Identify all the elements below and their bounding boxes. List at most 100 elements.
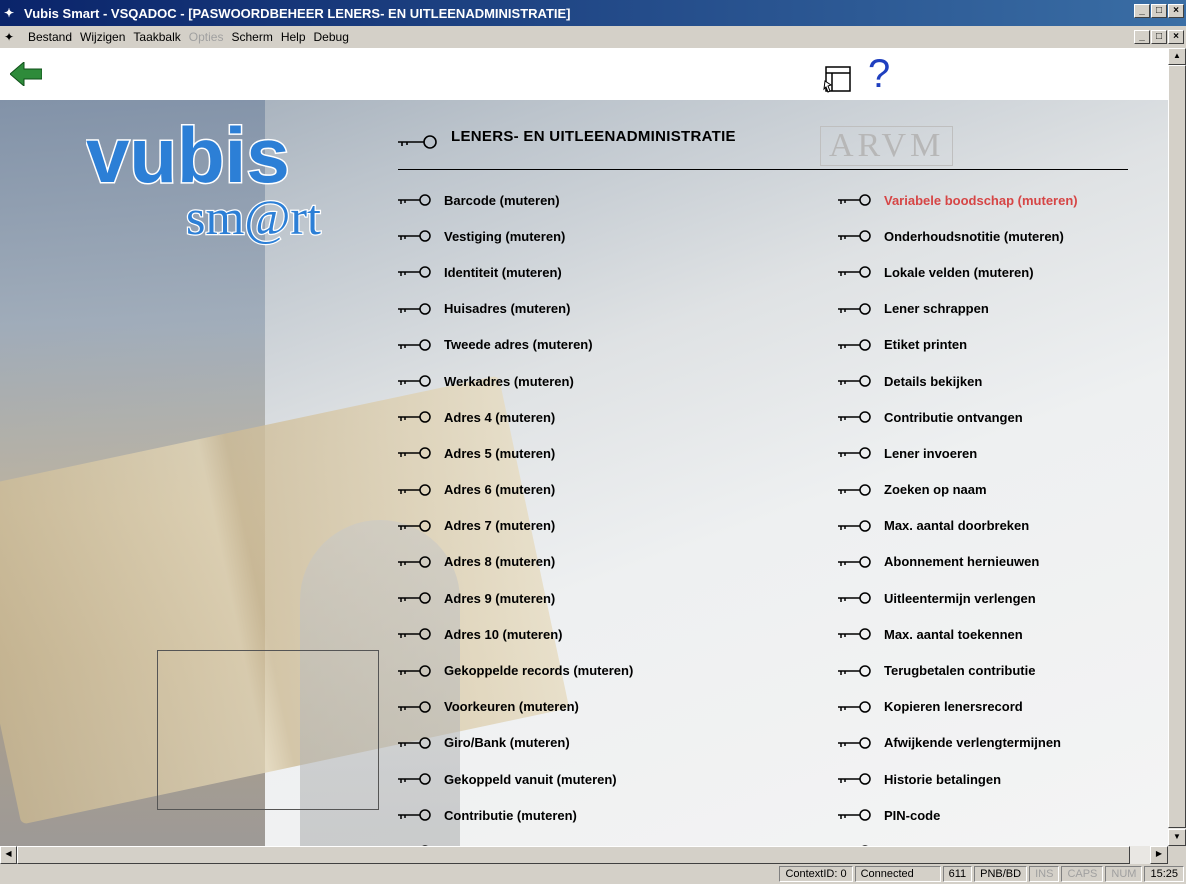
document-window-controls: _ □ × xyxy=(1133,30,1184,44)
menu-option[interactable]: Etiket printen xyxy=(838,327,1078,363)
menu-wijzigen[interactable]: Wijzigen xyxy=(76,30,129,44)
menu-option[interactable]: Abonnement hernieuwen xyxy=(838,544,1078,580)
maximize-button[interactable]: □ xyxy=(1151,4,1167,18)
menu-bar: ✦ Bestand Wijzigen Taakbalk Opties Scher… xyxy=(0,26,1186,48)
close-button[interactable]: × xyxy=(1168,4,1184,18)
menu-option[interactable]: Adres 9 (muteren) xyxy=(398,580,633,616)
key-icon xyxy=(838,339,871,351)
doc-close-button[interactable]: × xyxy=(1168,30,1184,44)
new-window-icon[interactable] xyxy=(823,64,853,94)
scrollbar-corner xyxy=(1168,846,1186,864)
heading-divider xyxy=(398,169,1128,170)
menu-option[interactable]: Variabele boodschap (muteren) xyxy=(838,182,1078,218)
page-title: LENERS- EN UITLEENADMINISTRATIE xyxy=(451,128,736,145)
menu-option[interactable]: Historie betalingen xyxy=(838,761,1078,797)
horizontal-scrollbar[interactable]: ◀ ▶ xyxy=(0,846,1168,864)
key-icon xyxy=(838,375,871,387)
window-title: Vubis Smart - VSQADOC - [PASWOORDBEHEER … xyxy=(24,5,571,21)
menu-option-label: Lener schrappen xyxy=(884,301,989,317)
menu-option-label: Uitleentermijn verlengen xyxy=(884,590,1036,606)
menu-option[interactable]: Adres 7 (muteren) xyxy=(398,508,633,544)
menu-option-label: Adres 6 (muteren) xyxy=(444,482,556,498)
menu-debug[interactable]: Debug xyxy=(310,30,353,44)
key-icon xyxy=(398,592,431,604)
key-icon xyxy=(398,230,431,243)
key-icon xyxy=(838,447,871,460)
menu-option[interactable]: Gekoppelde records (muteren) xyxy=(398,652,633,688)
back-arrow-icon[interactable] xyxy=(10,62,42,86)
menu-taakbalk[interactable]: Taakbalk xyxy=(129,30,184,44)
menu-option[interactable]: Voorkeuren (muteren) xyxy=(398,689,633,725)
menu-option-label: Kopieren lenersrecord xyxy=(884,699,1023,715)
minimize-button[interactable]: _ xyxy=(1134,4,1150,18)
menu-option-label: PIN-code xyxy=(884,807,941,823)
key-icon xyxy=(398,773,431,785)
menu-option[interactable]: Adres 6 (muteren) xyxy=(398,472,633,508)
key-icon xyxy=(398,339,431,351)
menu-option[interactable]: Details bekijken xyxy=(838,363,1078,399)
menu-option[interactable]: Adres 4 (muteren) xyxy=(398,399,633,435)
help-button[interactable]: ? xyxy=(868,52,896,96)
menu-option-label: Adres 5 (muteren) xyxy=(444,445,556,461)
menu-column-left: Barcode (muteren) Vestiging (muteren) Iden… xyxy=(398,182,633,846)
menu-option[interactable]: Max. aantal doorbreken xyxy=(838,508,1078,544)
menu-option-label: Adres 8 (muteren) xyxy=(444,554,556,570)
menu-option-label: Gekoppelde records (muteren) xyxy=(444,663,634,679)
menu-option[interactable]: Gekoppeld vanuit (muteren) xyxy=(398,761,633,797)
menu-option[interactable]: Afwijkende verlengtermijnen xyxy=(838,725,1078,761)
menu-option-label: Afwijkende verlengtermijnen xyxy=(884,735,1061,751)
doc-restore-button[interactable]: □ xyxy=(1151,30,1167,44)
menu-bestand[interactable]: Bestand xyxy=(24,30,76,44)
scroll-left-button[interactable]: ◀ xyxy=(0,846,17,864)
menu-option[interactable]: Werkadres (muteren) xyxy=(398,363,633,399)
menu-scherm[interactable]: Scherm xyxy=(227,30,276,44)
status-location: PNB/BD xyxy=(974,866,1028,882)
menu-option[interactable]: Zoeken op naam xyxy=(838,472,1078,508)
background-frame xyxy=(157,650,379,810)
vertical-scroll-thumb[interactable] xyxy=(1168,65,1186,828)
menu-option[interactable]: Giro/Bank (muteren) xyxy=(398,725,633,761)
key-icon xyxy=(838,194,871,206)
key-icon xyxy=(838,302,871,315)
menu-option[interactable]: Onderhoudsnotitie (muteren) xyxy=(838,218,1078,254)
title-bar: ✦ Vubis Smart - VSQADOC - [PASWOORDBEHEE… xyxy=(0,0,1186,26)
menu-option[interactable]: Adres 8 (muteren) xyxy=(398,544,633,580)
menu-option[interactable]: Adres 10 (muteren) xyxy=(398,616,633,652)
menu-option[interactable]: PIN-code xyxy=(838,797,1078,833)
menu-option[interactable]: Lokale velden (muteren) xyxy=(838,254,1078,290)
menu-opties: Opties xyxy=(188,30,224,44)
scroll-right-button[interactable]: ▶ xyxy=(1150,846,1168,864)
menu-option[interactable]: Reservering negeren xyxy=(838,833,1078,846)
menu-option[interactable]: Contributie (muteren) xyxy=(398,797,633,833)
menu-option[interactable]: Tweede adres (muteren) xyxy=(398,327,633,363)
menu-option-label: Voorkeuren (muteren) xyxy=(444,699,579,715)
key-icon xyxy=(398,664,431,677)
menu-option[interactable]: Identiteit (muteren) xyxy=(398,254,633,290)
menu-help[interactable]: Help xyxy=(277,30,310,44)
menu-option[interactable]: Lenerskaart vermist (muteren) xyxy=(398,833,633,846)
menu-option[interactable]: Max. aantal toekennen xyxy=(838,616,1078,652)
menu-option[interactable]: Kopieren lenersrecord xyxy=(838,689,1078,725)
menu-option-label: Adres 4 (muteren) xyxy=(444,409,556,425)
menu-option[interactable]: Lener schrappen xyxy=(838,291,1078,327)
menu-option-label: Onderhoudsnotitie (muteren) xyxy=(884,228,1064,244)
menu-option[interactable]: Barcode (muteren) xyxy=(398,182,633,218)
vertical-scrollbar[interactable]: ▲ ▼ xyxy=(1168,48,1186,846)
doc-minimize-button[interactable]: _ xyxy=(1134,30,1150,44)
logo-line1: vubis xyxy=(86,114,290,199)
horizontal-scroll-thumb[interactable] xyxy=(17,846,1130,864)
menu-option[interactable]: Contributie ontvangen xyxy=(838,399,1078,435)
status-num: NUM xyxy=(1105,866,1143,882)
menu-option[interactable]: Uitleentermijn verlengen xyxy=(838,580,1078,616)
menu-option[interactable]: Lener invoeren xyxy=(838,435,1078,471)
menu-option[interactable]: Huisadres (muteren) xyxy=(398,291,633,327)
scroll-down-button[interactable]: ▼ xyxy=(1168,829,1186,846)
menu-option-label: Lokale velden (muteren) xyxy=(884,264,1034,280)
key-icon xyxy=(838,664,871,677)
menu-option[interactable]: Vestiging (muteren) xyxy=(398,218,633,254)
scroll-up-button[interactable]: ▲ xyxy=(1168,48,1186,65)
menu-option[interactable]: Adres 5 (muteren) xyxy=(398,435,633,471)
menu-option-label: Vestiging (muteren) xyxy=(444,228,566,244)
menu-option[interactable]: Terugbetalen contributie xyxy=(838,652,1078,688)
app-menu-icon[interactable]: ✦ xyxy=(4,30,20,44)
